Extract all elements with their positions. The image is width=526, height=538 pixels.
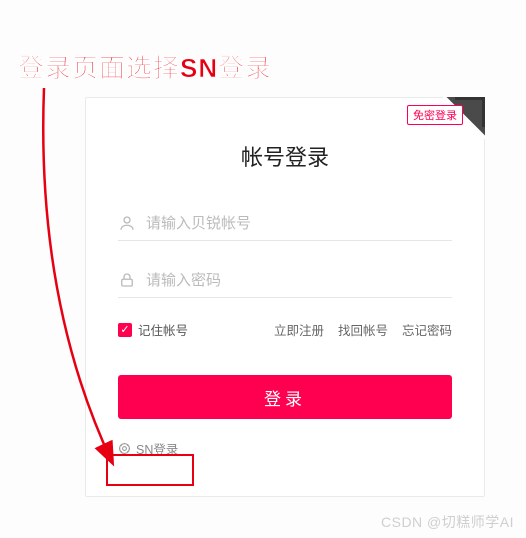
password-input[interactable] [146, 272, 452, 289]
remember-label: 记住帐号 [138, 320, 188, 339]
watermark: CSDN @切糕师学AI [381, 512, 514, 532]
corner-tab[interactable]: 免密登录 [405, 97, 485, 137]
sn-login-label: SN登录 [136, 439, 178, 458]
forgot-password-link[interactable]: 忘记密码 [402, 320, 452, 339]
gear-icon [118, 442, 131, 455]
checkbox-icon: ✓ [118, 323, 132, 337]
links-group: 立即注册 找回帐号 忘记密码 [274, 320, 452, 339]
find-account-link[interactable]: 找回帐号 [338, 320, 388, 339]
password-row [118, 263, 452, 298]
login-button[interactable]: 登录 [118, 375, 452, 419]
login-card: 免密登录 帐号登录 ✓ 记住帐号 立即注册 找回帐号 忘记密码 [85, 97, 485, 497]
register-link[interactable]: 立即注册 [274, 320, 324, 339]
annotation-text: 登录页面选择SN登录 [18, 48, 272, 85]
options-row: ✓ 记住帐号 立即注册 找回帐号 忘记密码 [118, 320, 452, 339]
login-title: 帐号登录 [118, 140, 452, 172]
username-row [118, 206, 452, 241]
lock-icon [118, 271, 136, 289]
remember-checkbox[interactable]: ✓ 记住帐号 [118, 320, 188, 339]
username-input[interactable] [146, 215, 452, 232]
user-icon [118, 214, 136, 232]
passwordless-badge[interactable]: 免密登录 [407, 105, 463, 125]
sn-login-link[interactable]: SN登录 [118, 439, 452, 458]
